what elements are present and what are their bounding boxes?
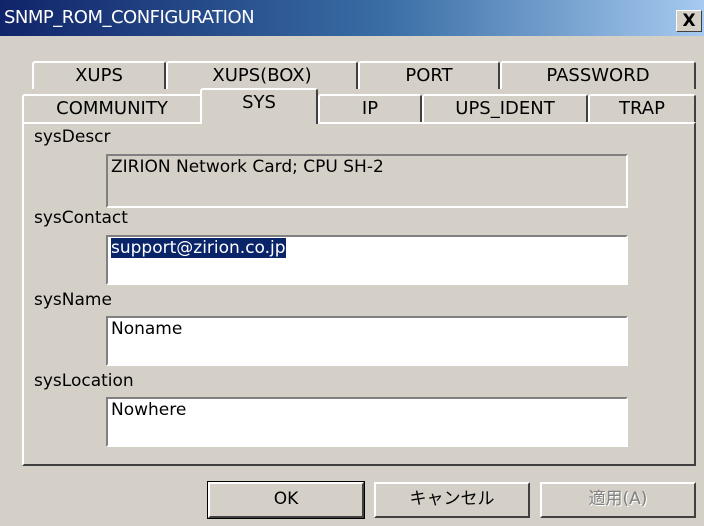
window-title: SNMP_ROM_CONFIGURATION <box>4 7 255 28</box>
syslocation-value: Nowhere <box>111 400 187 420</box>
sys-tab-panel: sysDescr ZIRION Network Card; CPU SH-2 s… <box>22 122 696 466</box>
tab-label: XUPS <box>75 65 123 86</box>
tab-ip[interactable]: IP <box>318 94 422 122</box>
tab-label: IP <box>361 98 379 119</box>
tab-trap[interactable]: TRAP <box>588 94 696 122</box>
tab-label: PASSWORD <box>546 65 650 86</box>
syscontact-label: sysContact <box>34 208 128 228</box>
tab-label: COMMUNITY <box>56 98 168 119</box>
syscontact-field[interactable]: support@zirion.co.jp <box>106 235 628 285</box>
sysdescr-value: ZIRION Network Card; CPU SH-2 <box>111 157 384 177</box>
tab-community[interactable]: COMMUNITY <box>22 94 202 122</box>
syslocation-field[interactable]: Nowhere <box>106 397 628 447</box>
tab-xups[interactable]: XUPS <box>32 61 166 89</box>
apply-button[interactable]: 適用(A) <box>540 482 696 518</box>
tab-label: XUPS(BOX) <box>212 65 312 86</box>
sysname-field[interactable]: Noname <box>106 316 628 366</box>
ok-button[interactable]: OK <box>207 481 365 519</box>
tab-port[interactable]: PORT <box>358 61 500 89</box>
sysname-label: sysName <box>34 290 112 310</box>
tab-label: SYS <box>242 92 276 113</box>
close-icon: X <box>682 11 696 31</box>
tab-password[interactable]: PASSWORD <box>500 61 696 89</box>
sysdescr-field[interactable]: ZIRION Network Card; CPU SH-2 <box>106 154 628 208</box>
close-button[interactable]: X <box>676 10 702 32</box>
title-bar: SNMP_ROM_CONFIGURATION X <box>0 0 704 36</box>
tab-label: PORT <box>405 65 453 86</box>
tab-label: UPS_IDENT <box>455 98 555 119</box>
tab-xups-box[interactable]: XUPS(BOX) <box>166 61 358 89</box>
syscontact-value: support@zirion.co.jp <box>111 238 286 258</box>
tab-ups-ident[interactable]: UPS_IDENT <box>422 94 588 122</box>
tab-sys[interactable]: SYS <box>200 88 318 124</box>
tab-label: TRAP <box>619 98 665 119</box>
cancel-button[interactable]: キャンセル <box>374 482 530 518</box>
sysname-value: Noname <box>111 319 183 339</box>
sysdescr-label: sysDescr <box>34 127 111 147</box>
syslocation-label: sysLocation <box>34 371 134 391</box>
